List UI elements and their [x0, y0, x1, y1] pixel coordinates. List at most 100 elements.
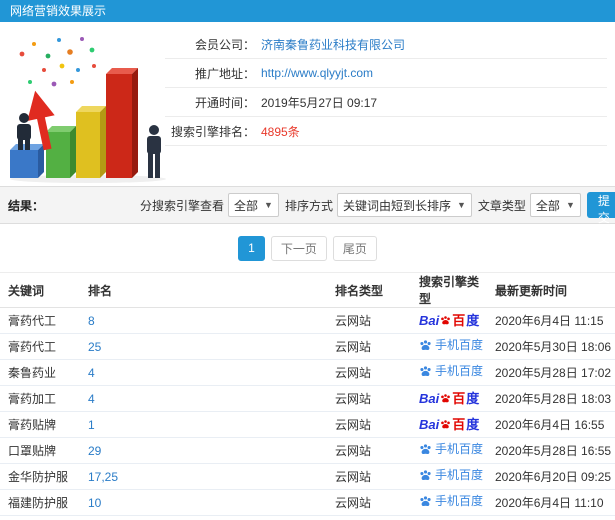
baidu-logo: Bai 百度	[419, 416, 480, 432]
baidu-paw-icon	[441, 393, 451, 402]
baidu-paw-icon	[420, 495, 431, 506]
rank-table: 关键词 排名 排名类型 搜索引擎类型 最新更新时间 膏药代工 8 云网站 Bai…	[0, 272, 615, 520]
table-row: 膏药贴牌 1 云网站 Bai 百度 2020年6月4日 16:55	[0, 411, 615, 438]
updated-cell: 2020年6月4日 11:10	[487, 489, 615, 516]
baidu-paw-icon	[420, 365, 431, 376]
confetti-dots	[19, 37, 96, 87]
article-type-value: 全部	[535, 198, 560, 213]
page: 网络营销效果展示 会员公司： 济南秦鲁药业科技有限公司 推广地址： http:/…	[0, 0, 615, 520]
mobile-baidu-text: 手机百度	[435, 468, 484, 482]
rank-type-cell: 云网站	[327, 463, 411, 490]
info-row-opened: 开通时间： 2019年5月27日 09:17	[165, 88, 607, 117]
rank-count-label: 搜索引擎排名：	[170, 124, 255, 139]
rank-type-cell: 云网站	[327, 359, 411, 386]
rank-link[interactable]: 8	[88, 314, 95, 328]
opened-label: 开通时间：	[194, 95, 255, 110]
updated-cell: 2020年5月28日 18:03	[487, 385, 615, 412]
info-row-company: 会员公司： 济南秦鲁药业科技有限公司	[165, 30, 607, 59]
page-titlebar: 网络营销效果展示	[0, 0, 615, 22]
member-info: 会员公司： 济南秦鲁药业科技有限公司 推广地址： http://www.qlyy…	[165, 30, 607, 146]
table-row: 口罩贴牌 29 云网站 手机百度 2020年5月28日 16:55	[0, 437, 615, 464]
engine-filter-select[interactable]: 全部 ▼	[228, 193, 279, 217]
table-row: 金华防护服 17,25 云网站 手机百度 2020年6月20日 09:25	[0, 463, 615, 490]
member-summary-section: 会员公司： 济南秦鲁药业科技有限公司 推广地址： http://www.qlyy…	[0, 22, 615, 186]
rank-link[interactable]: 25	[88, 340, 101, 354]
article-type-label: 文章类型	[477, 198, 526, 213]
table-row: 膏药代工 8 云网站 Bai 百度 2020年6月4日 11:15	[0, 307, 615, 334]
person-right	[147, 125, 161, 178]
site-label: 推广地址：	[194, 66, 255, 81]
baidu-paw-icon	[441, 419, 451, 428]
page-title: 网络营销效果展示	[10, 4, 107, 18]
keyword-cell: 膏药代工	[0, 307, 80, 334]
table-row: 手机百度	[0, 515, 615, 520]
rank-link[interactable]: 4	[88, 392, 95, 406]
next-page-button[interactable]: 下一页	[270, 235, 327, 261]
col-header-rank-type: 排名类型	[327, 272, 411, 308]
article-type-select[interactable]: 全部 ▼	[529, 193, 581, 217]
table-header-row: 关键词 排名 排名类型 搜索引擎类型 最新更新时间	[0, 272, 615, 308]
chevron-down-icon: ▼	[565, 200, 575, 210]
engine-cell: Bai 百度	[411, 307, 487, 334]
updated-cell: 2020年6月20日 09:25	[487, 463, 615, 490]
keyword-cell	[0, 515, 80, 520]
sort-value: 关键词由短到长排序	[342, 198, 451, 213]
keyword-cell: 膏药代工	[0, 333, 80, 360]
bar-chart-clipart	[10, 37, 166, 183]
updated-cell: 2020年5月28日 17:02	[487, 359, 615, 386]
chevron-down-icon: ▼	[264, 200, 273, 210]
sort-group: 排序方式 关键词由短到长排序 ▼	[285, 193, 472, 217]
rank-count-value: 4895条	[261, 124, 300, 139]
updated-cell: 2020年5月30日 18:06	[487, 333, 615, 360]
last-page-button[interactable]: 尾页	[332, 235, 377, 261]
engine-cell: 手机百度	[411, 463, 487, 490]
engine-filter-label: 分搜索引擎查看	[140, 198, 225, 213]
rank-link[interactable]: 1	[88, 418, 95, 432]
engine-cell: 手机百度	[411, 489, 487, 516]
updated-cell: 2020年6月4日 11:15	[487, 307, 615, 334]
baidu-logo: Bai 百度	[419, 390, 480, 406]
rank-type-cell: 云网站	[327, 489, 411, 516]
engine-filter-value: 全部	[234, 198, 259, 213]
engine-cell: 手机百度	[411, 359, 487, 386]
company-label: 会员公司：	[194, 37, 255, 52]
sort-select[interactable]: 关键词由短到长排序 ▼	[336, 193, 472, 217]
mobile-baidu-label: 手机百度	[419, 443, 483, 456]
keyword-cell: 口罩贴牌	[0, 437, 80, 464]
company-link[interactable]: 济南秦鲁药业科技有限公司	[261, 36, 405, 53]
engine-cell: 手机百度	[411, 515, 487, 520]
rank-type-cell: 云网站	[327, 437, 411, 464]
rank-link[interactable]: 17,25	[88, 470, 118, 484]
baidu-paw-icon	[420, 339, 431, 350]
mobile-baidu-label: 手机百度	[419, 469, 483, 482]
mobile-baidu-label: 手机百度	[419, 495, 483, 508]
result-label: 结果：	[8, 198, 45, 213]
mobile-baidu-text: 手机百度	[435, 364, 484, 378]
site-link[interactable]: http://www.qlyyjt.com	[261, 66, 373, 80]
rank-type-cell: 云网站	[327, 333, 411, 360]
keyword-cell: 秦鲁药业	[0, 359, 80, 386]
updated-cell: 2020年6月4日 16:55	[487, 411, 615, 438]
submit-button[interactable]: 提交	[586, 192, 615, 225]
col-header-engine-type: 搜索引擎类型	[411, 272, 487, 308]
page-number-current[interactable]: 1	[238, 235, 265, 261]
marketing-illustration	[2, 28, 174, 184]
info-row-site: 推广地址： http://www.qlyyjt.com	[165, 59, 607, 88]
mobile-baidu-label: 手机百度	[419, 339, 483, 352]
table-row: 秦鲁药业 4 云网站 手机百度 2020年5月28日 17:02	[0, 359, 615, 386]
baidu-paw-icon	[441, 315, 451, 324]
col-header-updated: 最新更新时间	[487, 272, 615, 308]
keyword-cell: 膏药贴牌	[0, 411, 80, 438]
baidu-paw-icon	[420, 443, 431, 454]
engine-cell: 手机百度	[411, 437, 487, 464]
rank-link[interactable]: 4	[88, 366, 95, 380]
col-header-rank: 排名	[80, 272, 327, 308]
rank-link[interactable]: 29	[88, 444, 101, 458]
updated-cell	[487, 515, 615, 520]
chart-bars	[10, 68, 138, 178]
table-row: 福建防护服 10 云网站 手机百度 2020年6月4日 11:10	[0, 489, 615, 516]
rank-link[interactable]: 10	[88, 496, 101, 510]
engine-filter-group: 分搜索引擎查看 全部 ▼	[140, 193, 279, 217]
keyword-cell: 膏药加工	[0, 385, 80, 412]
table-row: 膏药加工 4 云网站 Bai 百度 2020年5月28日 18:03	[0, 385, 615, 412]
